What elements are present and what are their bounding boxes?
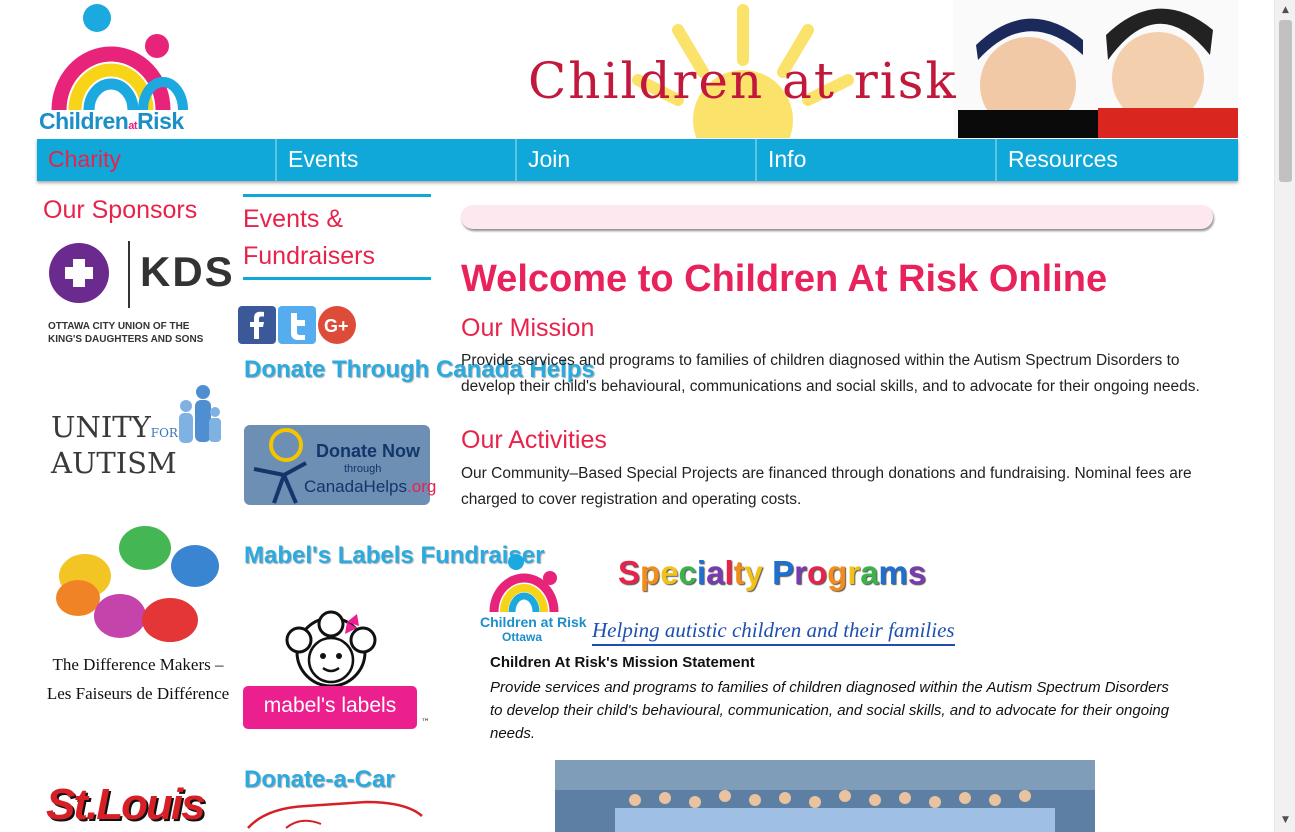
- twitter-icon[interactable]: [277, 305, 317, 345]
- site-logo[interactable]: ChildrenatRisk: [39, 2, 215, 138]
- unity-for-autism-text: UNITYFOR AUTISM: [51, 410, 178, 480]
- canada-helps-site-text: CanadaHelps.org: [304, 477, 437, 496]
- scrollbar-thumb[interactable]: [1279, 20, 1292, 182]
- flyer-logo: Children at Risk Ottawa: [476, 544, 587, 644]
- group-photo: [555, 760, 1095, 832]
- flyer-logo-sub: Ottawa: [502, 630, 543, 644]
- difference-makers-caption: The Difference Makers – Les Faiseurs de …: [46, 655, 230, 703]
- mabels-labels-text: mabel's labels: [243, 686, 417, 729]
- st-louis-logo-text: St.Louis: [46, 780, 206, 829]
- specialty-programs-flyer[interactable]: Children at Risk Ottawa Specialty Progra…: [476, 540, 1176, 832]
- title-letter: P: [772, 554, 795, 591]
- activities-heading: Our Activities: [461, 426, 607, 454]
- canada-helps-donate-button[interactable]: Donate Now through CanadaHelps.org: [244, 425, 436, 505]
- colorful-hands-icon: [56, 526, 219, 642]
- mission-heading: Our Mission: [461, 314, 595, 342]
- mabel-character-icon: [285, 610, 377, 688]
- title-letter: o: [807, 554, 828, 591]
- donate-a-car-heading[interactable]: Donate-a-Car: [244, 762, 395, 798]
- nav-item-events[interactable]: Events: [277, 139, 517, 181]
- rainbow-logo-icon: [51, 4, 188, 111]
- nav-item-charity[interactable]: Charity: [37, 139, 277, 181]
- title-letter: a: [706, 554, 725, 591]
- through-text: through: [344, 463, 382, 475]
- logo-text: ChildrenatRisk: [39, 108, 184, 134]
- sponsors-heading: Our Sponsors: [43, 196, 198, 224]
- facebook-icon[interactable]: [237, 305, 277, 345]
- social-links: G+: [237, 305, 357, 345]
- google-plus-icon[interactable]: G+: [317, 305, 357, 345]
- mabels-labels-logo[interactable]: mabel's labels ™: [243, 610, 433, 732]
- specialty-programs-title: Specialty Programs: [618, 554, 926, 592]
- sponsor-kds[interactable]: KDS OTTAWA CITY UNION OF THE KING'S DAUG…: [46, 238, 233, 346]
- trademark-symbol: ™: [421, 718, 430, 728]
- mission-text: Provide services and programs to familie…: [461, 352, 1200, 395]
- title-letter: p: [640, 554, 661, 591]
- title-letter: s: [907, 554, 927, 591]
- main-nav: Charity Events Join Info Resources: [37, 139, 1238, 181]
- flyer-logo-text: Children at Risk: [480, 614, 587, 630]
- title-letter: c: [678, 554, 697, 591]
- kds-letters: KDS: [140, 248, 235, 295]
- announcement-bar: [461, 205, 1213, 229]
- nav-item-join[interactable]: Join: [517, 139, 757, 181]
- header-banner: Children at risk: [528, 0, 1238, 138]
- title-letter: m: [878, 554, 908, 591]
- car-outline-icon[interactable]: [246, 798, 426, 832]
- svg-text:G+: G+: [324, 316, 349, 336]
- banner-title: Children at risk: [528, 52, 958, 110]
- specialty-subtitle: Helping autistic children and their fami…: [592, 618, 955, 646]
- title-letter: g: [827, 554, 848, 591]
- vertical-scrollbar[interactable]: ▲ ▼: [1274, 0, 1295, 832]
- title-letter: i: [696, 554, 707, 591]
- title-letter: r: [847, 554, 861, 591]
- sponsor-st-louis[interactable]: St.Louis: [46, 780, 228, 832]
- scroll-down-arrow-icon[interactable]: ▼: [1275, 812, 1295, 829]
- donate-now-text: Donate Now: [316, 441, 421, 461]
- title-letter: e: [660, 554, 679, 591]
- title-letter: l: [724, 554, 734, 591]
- sponsor-unity-for-autism[interactable]: UNITYFOR AUTISM: [48, 382, 228, 482]
- flyer-mission-text: Provide services and programs to familie…: [490, 679, 1170, 742]
- activities-text: Our Community–Based Special Projects are…: [461, 465, 1192, 508]
- flyer-mission-heading: Children At Risk's Mission Statement: [490, 654, 755, 671]
- nav-item-info[interactable]: Info: [757, 139, 997, 181]
- title-letter: a: [860, 554, 879, 591]
- sponsor-difference-makers[interactable]: [50, 518, 225, 653]
- events-fundraisers-heading[interactable]: Events & Fundraisers: [243, 194, 431, 280]
- title-letter: y: [744, 554, 763, 591]
- nav-item-resources[interactable]: Resources: [997, 139, 1237, 181]
- title-letter: r: [794, 554, 807, 591]
- kds-caption: OTTAWA CITY UNION OF THE KING'S DAUGHTER…: [48, 321, 204, 345]
- title-letter: t: [733, 554, 745, 591]
- scroll-up-arrow-icon[interactable]: ▲: [1275, 2, 1295, 19]
- title-letter: [763, 554, 772, 591]
- flyer-rainbow-icon: [489, 554, 559, 613]
- group-photo-crowd: [555, 760, 1095, 832]
- page-title: Welcome to Children At Risk Online: [461, 258, 1108, 300]
- title-letter: S: [618, 554, 641, 591]
